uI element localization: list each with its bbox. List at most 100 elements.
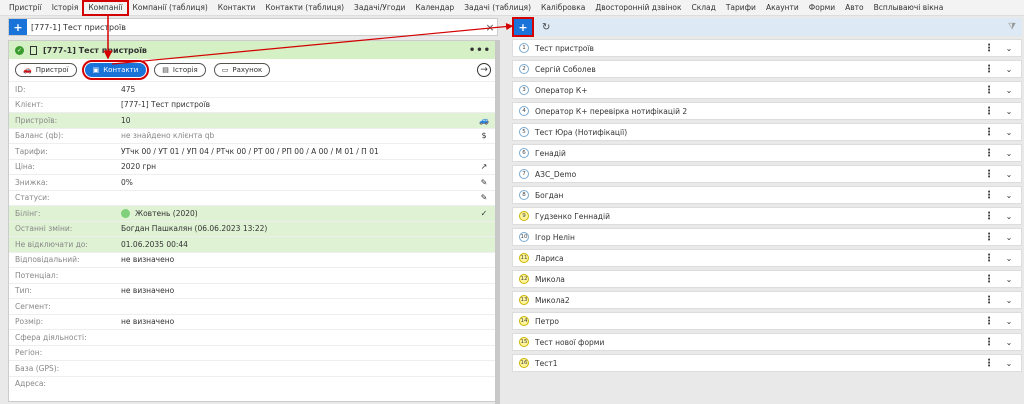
field-value: не визначено xyxy=(121,286,175,296)
field-action-icon[interactable]: ✎ xyxy=(477,178,491,187)
contact-item[interactable]: 12 Микола ⋮ ⌄ xyxy=(512,270,1022,288)
chevron-down-icon[interactable]: ⌄ xyxy=(1003,296,1015,305)
chevron-down-icon[interactable]: ⌄ xyxy=(1003,275,1015,284)
add-button[interactable]: + xyxy=(9,19,27,35)
chevron-down-icon[interactable]: ⌄ xyxy=(1003,170,1015,179)
kebab-menu-icon[interactable]: ⋮ xyxy=(983,43,995,54)
field-row: Статуси: ✎ xyxy=(9,189,497,206)
kebab-menu-icon[interactable]: ⋮ xyxy=(983,337,995,348)
field-row: Потенціал: xyxy=(9,267,497,283)
contact-item[interactable]: 4 Оператор К+ перевірка нотифікацій 2 ⋮ ⌄ xyxy=(512,102,1022,120)
kebab-menu-icon[interactable]: ⋮ xyxy=(983,148,995,159)
kebab-menu-icon[interactable]: ⋮ xyxy=(983,253,995,264)
field-action-icon[interactable]: $ xyxy=(477,131,491,140)
item-number-badge: 13 xyxy=(519,295,529,305)
contact-item[interactable]: 1 Тест пристроїв ⋮ ⌄ xyxy=(512,39,1022,57)
nav-tab[interactable]: Акаунти xyxy=(761,1,804,15)
field-action-icon[interactable]: ↗ xyxy=(477,162,491,171)
contact-item[interactable]: 7 АЗС_Demo ⋮ ⌄ xyxy=(512,165,1022,183)
field-row: Тип: не визначено xyxy=(9,282,497,299)
contact-item[interactable]: 15 Тест нової форми ⋮ ⌄ xyxy=(512,333,1022,351)
chevron-down-icon[interactable]: ⌄ xyxy=(1003,338,1015,347)
field-label: ID: xyxy=(15,84,26,94)
kebab-menu-icon[interactable]: ⋮ xyxy=(983,85,995,96)
nav-tab[interactable]: Всплываючі вікна xyxy=(869,1,949,15)
chevron-down-icon[interactable]: ⌄ xyxy=(1003,86,1015,95)
chevron-down-icon[interactable]: ⌄ xyxy=(1003,65,1015,74)
kebab-menu-icon[interactable]: ⋮ xyxy=(983,232,995,243)
nav-tab[interactable]: Контакти xyxy=(213,1,261,15)
nav-tab[interactable]: Тарифи xyxy=(721,1,761,15)
nav-tab[interactable]: Задачі (таблиця) xyxy=(459,1,536,15)
field-action-icon[interactable]: ✎ xyxy=(477,193,491,202)
item-name: Оператор К+ xyxy=(535,85,588,95)
chevron-down-icon[interactable]: ⌄ xyxy=(1003,44,1015,53)
chevron-down-icon[interactable]: ⌄ xyxy=(1003,128,1015,137)
field-action-icon[interactable]: 🚙 xyxy=(477,116,491,125)
contact-item[interactable]: 10 Ігор Нелін ⋮ ⌄ xyxy=(512,228,1022,246)
nav-tab[interactable]: Двосторонній дзвінок xyxy=(590,1,686,15)
close-icon[interactable]: × xyxy=(483,21,497,34)
kebab-menu-icon[interactable]: ⋮ xyxy=(983,295,995,306)
chevron-down-icon[interactable]: ⌄ xyxy=(1003,233,1015,242)
kebab-menu-icon[interactable]: ⋮ xyxy=(983,127,995,138)
invoice-button[interactable]: ▭ Рахунок xyxy=(213,63,271,77)
chevron-down-icon[interactable]: ⌄ xyxy=(1003,212,1015,221)
contact-item[interactable]: 6 Генадій ⋮ ⌄ xyxy=(512,144,1022,162)
contact-item[interactable]: 14 Петро ⋮ ⌄ xyxy=(512,312,1022,330)
nav-tab[interactable]: Пристрії xyxy=(4,1,47,15)
chevron-down-icon[interactable]: ⌄ xyxy=(1003,317,1015,326)
kebab-menu-icon[interactable]: ⋮ xyxy=(983,316,995,327)
nav-tab[interactable]: Авто xyxy=(840,1,869,15)
kebab-menu-icon[interactable]: ⋮ xyxy=(983,169,995,180)
field-value: не визначено xyxy=(121,255,175,265)
devices-button[interactable]: 🚗 Пристрої xyxy=(15,63,77,77)
kebab-menu-icon[interactable]: ⋮ xyxy=(983,358,995,369)
item-number-badge: 15 xyxy=(519,337,529,347)
arrow-right-icon[interactable]: → xyxy=(477,63,491,77)
nav-tab[interactable]: Калібровка xyxy=(536,1,590,15)
nav-tab[interactable]: Календар xyxy=(410,1,459,15)
field-label: Регіон: xyxy=(15,348,43,358)
chevron-down-icon[interactable]: ⌄ xyxy=(1003,254,1015,263)
nav-tab[interactable]: Форми xyxy=(804,1,840,15)
contact-item[interactable]: 9 Гудзенко Геннадій ⋮ ⌄ xyxy=(512,207,1022,225)
chevron-down-icon[interactable]: ⌄ xyxy=(1003,191,1015,200)
history-button[interactable]: ▤ Історія xyxy=(154,63,206,77)
chevron-down-icon[interactable]: ⌄ xyxy=(1003,149,1015,158)
nav-tab-companies[interactable]: Компанії xyxy=(82,0,129,16)
contact-item[interactable]: 11 Лариса ⋮ ⌄ xyxy=(512,249,1022,267)
kebab-menu-icon[interactable]: ⋮ xyxy=(983,274,995,285)
chevron-down-icon[interactable]: ⌄ xyxy=(1003,107,1015,116)
kebab-menu-icon[interactable]: ⋮ xyxy=(983,190,995,201)
contact-item[interactable]: 16 Тест1 ⋮ ⌄ xyxy=(512,354,1022,372)
item-name: Богдан xyxy=(535,190,564,200)
kebab-menu-icon[interactable]: ⋮ xyxy=(983,106,995,117)
nav-tab[interactable]: Склад xyxy=(686,1,720,15)
refresh-icon[interactable]: ↻ xyxy=(542,22,550,33)
more-icon[interactable]: ••• xyxy=(469,45,491,56)
filter-icon[interactable]: ⧩ xyxy=(1008,22,1016,32)
chevron-down-icon[interactable]: ⌄ xyxy=(1003,359,1015,368)
field-value: [777-1] Тест пристроїв xyxy=(121,100,210,110)
field-row: Регіон: xyxy=(9,344,497,361)
kebab-menu-icon[interactable]: ⋮ xyxy=(983,64,995,75)
contact-item[interactable]: 13 Микола2 ⋮ ⌄ xyxy=(512,291,1022,309)
add-contact-button[interactable]: + xyxy=(512,17,534,37)
nav-tab[interactable]: Компанії (таблиця) xyxy=(128,1,213,15)
scrollbar[interactable] xyxy=(495,40,500,404)
contacts-button[interactable]: ▣ Контакти xyxy=(81,60,150,80)
item-name: АЗС_Demo xyxy=(535,169,577,179)
item-name: Ігор Нелін xyxy=(535,232,575,242)
nav-tab[interactable]: Задачі/Угоди xyxy=(349,1,410,15)
search-input[interactable]: [777-1] Тест пристроїв xyxy=(31,23,483,32)
nav-tab[interactable]: Контакти (таблиця) xyxy=(260,1,349,15)
kebab-menu-icon[interactable]: ⋮ xyxy=(983,211,995,222)
contact-item[interactable]: 3 Оператор К+ ⋮ ⌄ xyxy=(512,81,1022,99)
field-action-icon[interactable]: ✓ xyxy=(477,209,491,218)
field-row: Відповідальний: не визначено xyxy=(9,251,497,268)
contact-item[interactable]: 8 Богдан ⋮ ⌄ xyxy=(512,186,1022,204)
contact-item[interactable]: 2 Сергій Соболев ⋮ ⌄ xyxy=(512,60,1022,78)
contact-item[interactable]: 5 Тест Юра (Нотифікації) ⋮ ⌄ xyxy=(512,123,1022,141)
nav-tab[interactable]: Історія xyxy=(47,1,84,15)
